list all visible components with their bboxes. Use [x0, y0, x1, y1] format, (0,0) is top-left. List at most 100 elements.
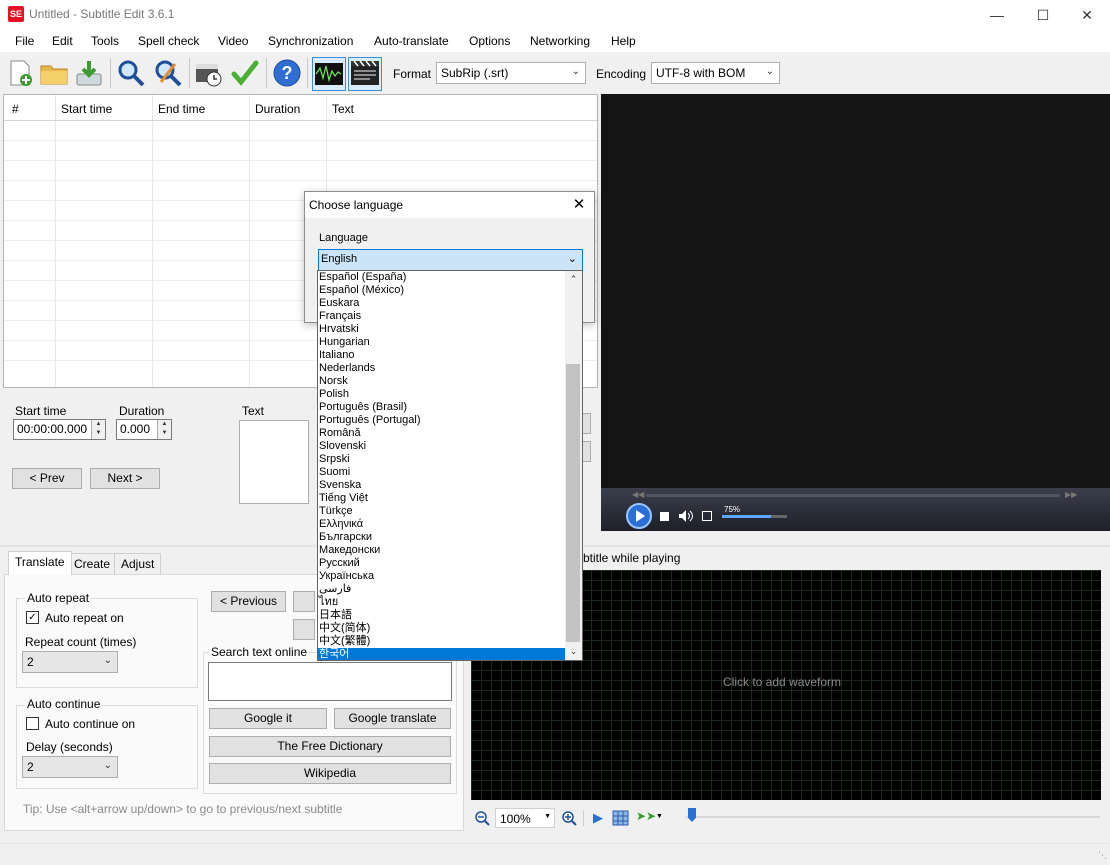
menu-tools[interactable]: Tools: [91, 34, 119, 48]
select-while-playing-label[interactable]: btitle while playing: [583, 551, 680, 565]
language-option[interactable]: Slovenski: [318, 440, 566, 453]
zoom-select[interactable]: 100% ▼: [495, 808, 555, 828]
replace-icon[interactable]: [153, 58, 183, 88]
hidden-button[interactable]: [293, 619, 315, 640]
language-dropdown-list[interactable]: Español (España) Español (México) Euskara F…: [317, 270, 583, 661]
scroll-up-icon[interactable]: ⌃: [565, 271, 582, 288]
new-file-icon[interactable]: [5, 58, 35, 88]
language-option[interactable]: Ελληνικά: [318, 518, 566, 531]
video-toggle-icon[interactable]: [348, 57, 382, 91]
go-to-next-icon[interactable]: ➤➤: [636, 809, 656, 823]
language-option[interactable]: 日本語: [318, 609, 566, 622]
language-option[interactable]: ไทย: [318, 596, 566, 609]
video-position-slider[interactable]: [646, 494, 1060, 497]
menu-file[interactable]: File: [15, 34, 34, 48]
rewind-icon[interactable]: ◀◀: [632, 490, 644, 499]
menu-options[interactable]: Options: [469, 34, 510, 48]
wikipedia-button[interactable]: Wikipedia: [209, 763, 451, 784]
prev-button[interactable]: < Prev: [12, 468, 82, 489]
search-text-input[interactable]: [208, 662, 452, 701]
language-select[interactable]: English ⌄: [318, 249, 583, 271]
visual-sync-icon[interactable]: [194, 58, 224, 88]
next-button[interactable]: Next >: [90, 468, 160, 489]
hidden-button[interactable]: [293, 591, 315, 612]
video-player[interactable]: [601, 94, 1110, 531]
menu-edit[interactable]: Edit: [52, 34, 73, 48]
scroll-down-icon[interactable]: ⌄: [565, 643, 582, 660]
zoom-in-icon[interactable]: [561, 810, 577, 826]
menu-auto-translate[interactable]: Auto-translate: [374, 34, 449, 48]
language-option[interactable]: Polish: [318, 388, 566, 401]
column-header-end-time[interactable]: End time: [158, 102, 205, 116]
language-option[interactable]: Euskara: [318, 297, 566, 310]
menu-help[interactable]: Help: [611, 34, 636, 48]
spin-arrows-icon[interactable]: ▲ ▼: [157, 420, 171, 439]
language-option[interactable]: Nederlands: [318, 362, 566, 375]
tab-adjust[interactable]: Adjust: [114, 553, 162, 574]
language-option[interactable]: Русский: [318, 557, 566, 570]
stop-icon[interactable]: [660, 512, 669, 521]
download-icon[interactable]: [74, 58, 104, 88]
waveform-toggle-icon[interactable]: [312, 57, 346, 91]
encoding-select[interactable]: UTF-8 with BOM ⌄: [651, 62, 780, 84]
language-option[interactable]: Română: [318, 427, 566, 440]
dropdown-arrow-icon[interactable]: ▼: [656, 813, 663, 820]
column-header-duration[interactable]: Duration: [255, 102, 300, 116]
subtitle-text-box[interactable]: [239, 420, 309, 504]
language-option[interactable]: Hungarian: [318, 336, 566, 349]
scrollbar-thumb[interactable]: [566, 364, 580, 642]
language-option[interactable]: Português (Portugal): [318, 414, 566, 427]
slider-thumb-icon[interactable]: [688, 808, 696, 822]
resize-grip-icon[interactable]: ⋱: [1098, 850, 1107, 861]
language-option[interactable]: Español (México): [318, 284, 566, 297]
close-button[interactable]: ✕: [1064, 0, 1110, 30]
menu-spell-check[interactable]: Spell check: [138, 34, 199, 48]
menu-video[interactable]: Video: [218, 34, 248, 48]
maximize-button[interactable]: ☐: [1020, 0, 1066, 30]
auto-continue-checkbox[interactable]: [26, 717, 39, 730]
volume-icon[interactable]: [678, 509, 694, 523]
language-option[interactable]: 한국어: [318, 648, 566, 660]
delay-select[interactable]: 2 ⌄: [22, 756, 118, 778]
language-option[interactable]: Français: [318, 310, 566, 323]
auto-continue-on-label[interactable]: Auto continue on: [45, 717, 135, 731]
minimize-button[interactable]: —: [974, 0, 1020, 30]
duration-input[interactable]: 0.000 ▲ ▼: [116, 419, 172, 440]
language-option[interactable]: Español (España): [318, 271, 566, 284]
language-option[interactable]: Norsk: [318, 375, 566, 388]
language-option[interactable]: Português (Brasil): [318, 401, 566, 414]
column-header-number[interactable]: #: [12, 102, 19, 116]
language-option[interactable]: Italiano: [318, 349, 566, 362]
spin-arrows-icon[interactable]: ▲ ▼: [91, 420, 105, 439]
help-icon[interactable]: ?: [272, 58, 302, 88]
google-it-button[interactable]: Google it: [209, 708, 327, 729]
language-option[interactable]: Македонски: [318, 544, 566, 557]
menu-synchronization[interactable]: Synchronization: [268, 34, 353, 48]
start-time-input[interactable]: 00:00:00.000 ▲ ▼: [13, 419, 106, 440]
spectrogram-icon[interactable]: [612, 810, 629, 826]
language-option[interactable]: Svenska: [318, 479, 566, 492]
format-select[interactable]: SubRip (.srt) ⌄: [436, 62, 586, 84]
dialog-close-button[interactable]: ✕: [569, 195, 589, 215]
spell-check-icon[interactable]: [230, 58, 260, 88]
language-option[interactable]: Українська: [318, 570, 566, 583]
column-header-start-time[interactable]: Start time: [61, 102, 112, 116]
language-option[interactable]: Srpski: [318, 453, 566, 466]
language-option[interactable]: Hrvatski: [318, 323, 566, 336]
play-icon[interactable]: [625, 502, 653, 530]
column-header-text[interactable]: Text: [332, 102, 354, 116]
auto-repeat-checkbox[interactable]: ✓: [26, 611, 39, 624]
language-option[interactable]: Türkçe: [318, 505, 566, 518]
free-dictionary-button[interactable]: The Free Dictionary: [209, 736, 451, 757]
open-folder-icon[interactable]: [39, 58, 69, 88]
repeat-count-select[interactable]: 2 ⌄: [22, 651, 118, 673]
dropdown-scrollbar[interactable]: ⌃ ⌄: [565, 271, 582, 660]
language-option[interactable]: Suomi: [318, 466, 566, 479]
language-option[interactable]: Tiếng Việt: [318, 492, 566, 505]
find-icon[interactable]: [116, 58, 146, 88]
tab-translate[interactable]: Translate: [8, 551, 72, 575]
auto-repeat-on-label[interactable]: Auto repeat on: [45, 611, 124, 625]
menu-networking[interactable]: Networking: [530, 34, 590, 48]
previous-button[interactable]: < Previous: [211, 591, 286, 612]
zoom-out-icon[interactable]: [474, 810, 490, 826]
